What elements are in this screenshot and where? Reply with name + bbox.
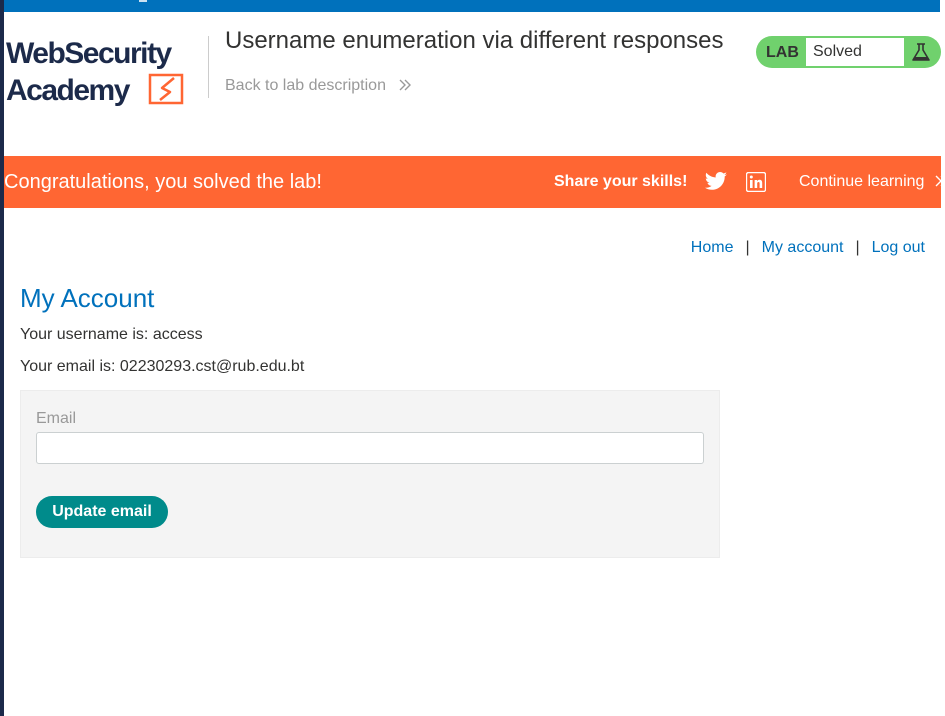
email-info: Your email is: 02230293.cst@rub.edu.bt — [20, 358, 305, 375]
nav-separator: | — [745, 239, 750, 256]
solved-banner: Congratulations, you solved the lab! Sha… — [4, 156, 945, 208]
continue-learning-label: Continue learning — [799, 173, 925, 190]
double-chevron-right-icon — [934, 174, 945, 193]
logo-divider — [208, 36, 209, 98]
back-link-label: Back to lab description — [225, 77, 386, 94]
back-to-lab-description-link[interactable]: Back to lab description — [225, 77, 412, 97]
nav-log-out-link[interactable]: Log out — [872, 239, 925, 256]
top-bar-text-fragment — [139, 0, 147, 2]
nav-home-link[interactable]: Home — [691, 239, 734, 256]
nav-separator: | — [855, 239, 860, 256]
email-field[interactable] — [36, 432, 704, 464]
continue-learning-link[interactable]: Continue learning — [799, 173, 945, 193]
page-title: My Account — [20, 283, 155, 313]
svg-text:WebSecurity: WebSecurity — [6, 37, 172, 70]
top-navigation: Home | My account | Log out — [691, 239, 925, 257]
nav-my-account-link[interactable]: My account — [762, 239, 844, 256]
lab-badge: LAB — [766, 44, 799, 61]
lab-title: Username enumeration via different respo… — [225, 27, 724, 54]
lab-status-widget: LAB Solved — [756, 36, 941, 68]
web-security-academy-logo[interactable]: WebSecurity Academy — [4, 36, 208, 107]
window-left-edge — [0, 0, 4, 716]
twitter-icon[interactable] — [704, 171, 728, 193]
congratulations-message: Congratulations, you solved the lab! — [4, 171, 322, 193]
share-skills-label: Share your skills! — [554, 173, 688, 190]
lab-status-text: Solved — [806, 38, 904, 66]
flask-icon — [906, 38, 936, 66]
svg-text:Academy: Academy — [6, 74, 131, 106]
username-info: Your username is: access — [20, 326, 203, 343]
top-bar — [4, 0, 940, 12]
change-email-form: Email Update email — [20, 390, 720, 558]
linkedin-icon[interactable] — [745, 171, 767, 193]
update-email-button[interactable]: Update email — [36, 496, 168, 528]
email-field-label: Email — [36, 410, 77, 427]
double-chevron-right-icon — [398, 78, 412, 97]
